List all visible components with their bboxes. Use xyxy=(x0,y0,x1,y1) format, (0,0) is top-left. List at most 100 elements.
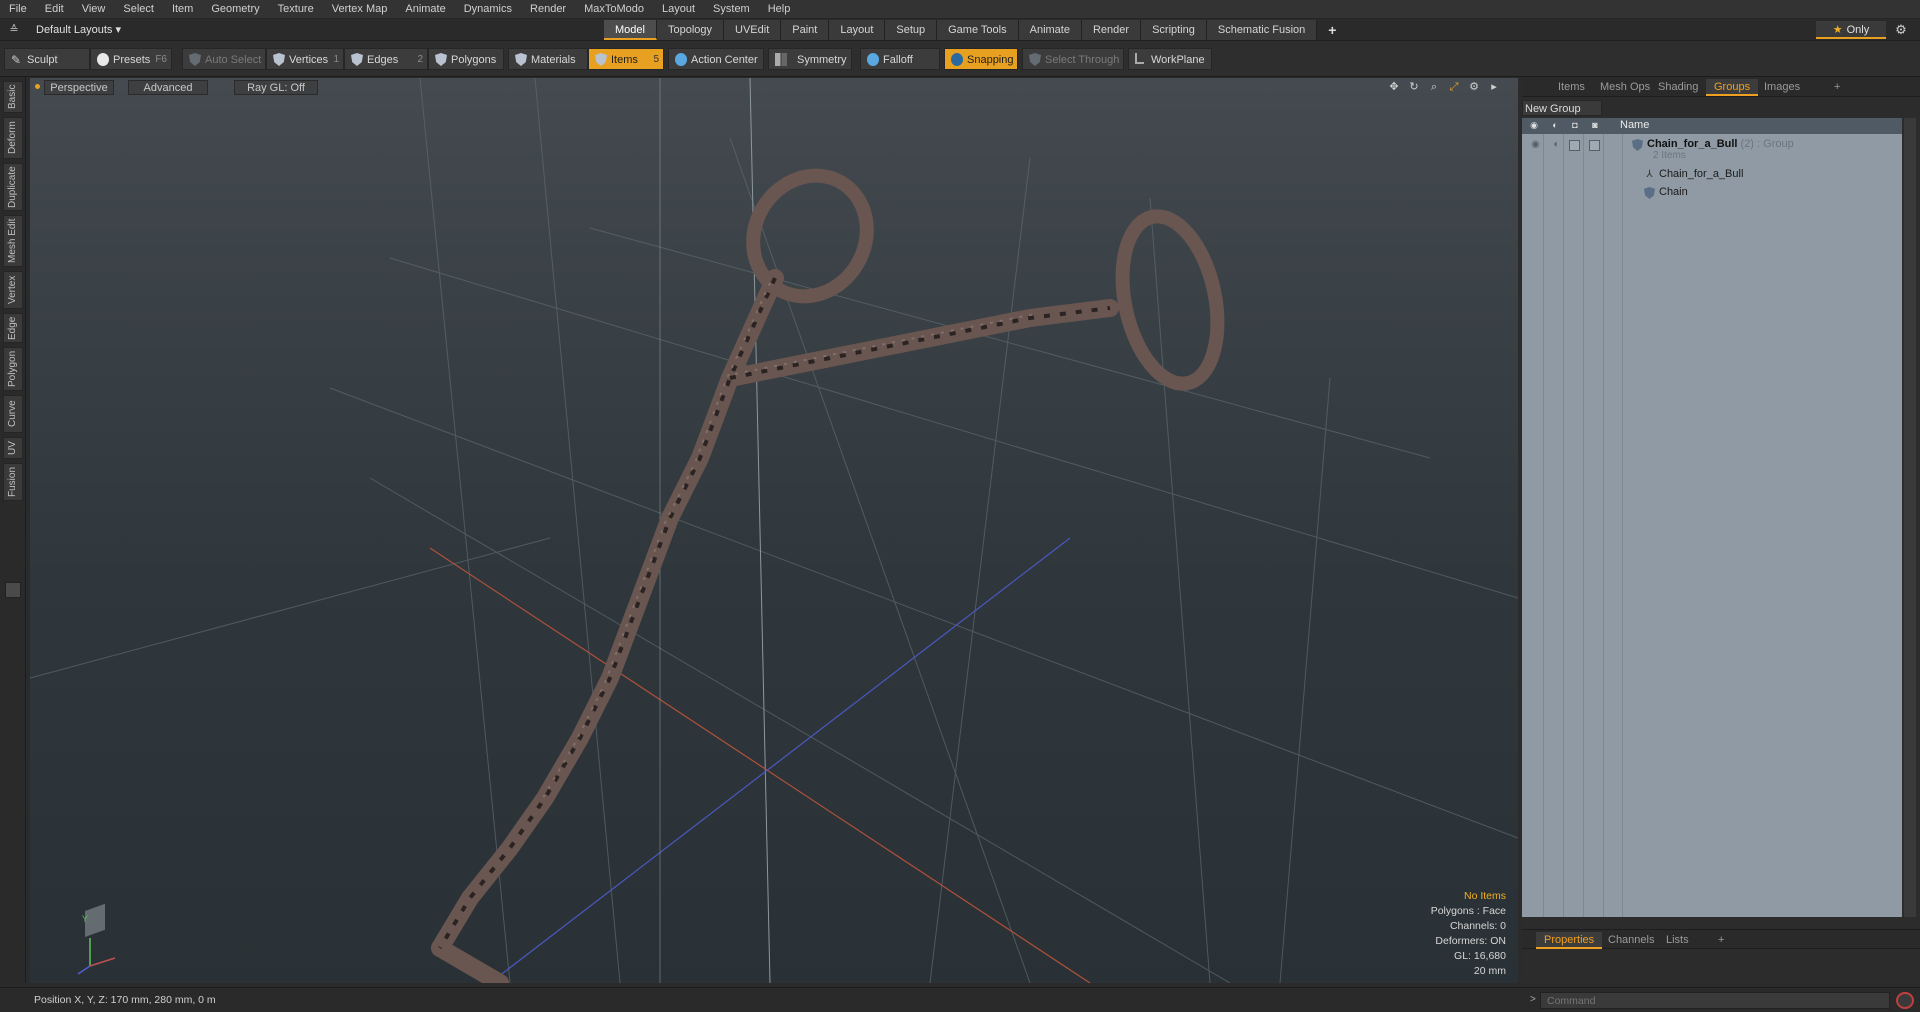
right-panel: Items Mesh Ops Shading Groups Images + New Gr… xyxy=(1522,77,1920,983)
panel-tab-items[interactable]: Items xyxy=(1550,79,1593,96)
tab-model[interactable]: Model xyxy=(604,20,657,40)
add-props-tab-button[interactable]: + xyxy=(1710,932,1732,949)
menu-item[interactable]: Item xyxy=(163,0,202,19)
tab-schematic-fusion[interactable]: Schematic Fusion xyxy=(1206,20,1318,40)
panel-tab-mesh-ops[interactable]: Mesh Ops xyxy=(1592,79,1658,96)
side-tab-fusion[interactable]: Fusion xyxy=(3,463,23,501)
workplane-button[interactable]: WorkPlane xyxy=(1128,48,1212,70)
presets-button[interactable]: Presets F6 xyxy=(90,48,172,70)
menu-maxtomodo[interactable]: MaxToModo xyxy=(575,0,653,19)
menu-select[interactable]: Select xyxy=(114,0,163,19)
items-button[interactable]: Items 5 xyxy=(588,48,664,70)
menu-file[interactable]: File xyxy=(0,0,36,19)
add-tab-button[interactable]: + xyxy=(1317,20,1339,40)
menu-help[interactable]: Help xyxy=(759,0,800,19)
groups-scrollbar[interactable] xyxy=(1904,118,1916,917)
right-panel-tabs: Items Mesh Ops Shading Groups Images + xyxy=(1522,77,1920,97)
group-child-row[interactable]: Chain xyxy=(1522,184,1902,202)
menu-view[interactable]: View xyxy=(73,0,115,19)
groups-list: ◉ ◐ Chain_for_a_Bull (2) : Group 2 Items… xyxy=(1522,134,1902,917)
edges-icon xyxy=(351,53,363,66)
menu-geometry[interactable]: Geometry xyxy=(202,0,268,19)
view-settings-gear-icon[interactable]: ⚙ xyxy=(1466,80,1482,95)
tab-render[interactable]: Render xyxy=(1081,20,1142,40)
new-group-button[interactable]: New Group xyxy=(1522,100,1602,116)
maximize-view-icon[interactable]: ⤢ xyxy=(1446,80,1462,95)
layout-selector[interactable]: Default Layouts ▾ xyxy=(30,21,127,39)
tab-layout[interactable]: Layout xyxy=(829,20,886,40)
props-tab-lists[interactable]: Lists xyxy=(1658,932,1697,949)
side-tab-polygon[interactable]: Polygon xyxy=(3,347,23,391)
command-input[interactable] xyxy=(1540,992,1890,1009)
side-tab-duplicate[interactable]: Duplicate xyxy=(3,163,23,211)
action-center-button[interactable]: Action Center xyxy=(668,48,764,70)
only-button[interactable]: ★ Only xyxy=(1816,21,1886,39)
props-tab-channels[interactable]: Channels xyxy=(1600,932,1662,949)
side-tab-mesh-edit[interactable]: Mesh Edit xyxy=(3,215,23,267)
props-tab-properties[interactable]: Properties xyxy=(1536,932,1603,949)
panel-toggle-button[interactable] xyxy=(5,582,21,598)
viewport-menu-dot[interactable] xyxy=(35,84,40,89)
visibility-column-icon[interactable]: ◉ xyxy=(1527,120,1541,132)
tab-animate[interactable]: Animate xyxy=(1018,20,1082,40)
side-tab-curve[interactable]: Curve xyxy=(3,395,23,433)
auto-select-button[interactable]: Auto Select xyxy=(182,48,266,70)
vertices-button[interactable]: Vertices 1 xyxy=(266,48,344,70)
view-type-dropdown[interactable]: Perspective xyxy=(44,80,114,95)
rotate-view-icon[interactable]: ↻ xyxy=(1406,80,1422,95)
star-icon: ★ xyxy=(1832,24,1843,36)
visibility-eye-icon[interactable]: ◉ xyxy=(1530,139,1541,150)
tab-topology[interactable]: Topology xyxy=(656,20,725,40)
panel-tab-groups[interactable]: Groups xyxy=(1706,79,1759,96)
side-tab-uv[interactable]: UV xyxy=(3,437,23,459)
child-name: Chain_for_a_Bull xyxy=(1659,168,1744,180)
side-tab-basic[interactable]: Basic xyxy=(3,81,23,113)
tab-setup[interactable]: Setup xyxy=(885,20,938,40)
add-panel-tab-button[interactable]: + xyxy=(1826,79,1848,96)
axis-y-label: Y xyxy=(82,914,89,924)
menu-vertex-map[interactable]: Vertex Map xyxy=(323,0,397,19)
select-column-icon[interactable]: ◙ xyxy=(1588,120,1602,132)
menu-edit[interactable]: Edit xyxy=(36,0,73,19)
move-view-icon[interactable]: ✥ xyxy=(1386,80,1402,95)
panel-tab-images[interactable]: Images xyxy=(1756,79,1808,96)
tab-paint[interactable]: Paint xyxy=(781,20,830,40)
menu-system[interactable]: System xyxy=(704,0,759,19)
shading-dropdown[interactable]: Advanced xyxy=(128,80,208,95)
group-name: Chain_for_a_Bull xyxy=(1647,138,1738,150)
group-child-row[interactable]: ⅄ Chain_for_a_Bull xyxy=(1522,166,1902,184)
gear-icon[interactable]: ⚙ xyxy=(1892,21,1910,39)
raygl-dropdown[interactable]: Ray GL: Off xyxy=(234,80,318,95)
tab-game-tools[interactable]: Game Tools xyxy=(937,20,1019,40)
symmetry-button[interactable]: Symmetry xyxy=(768,48,852,70)
menu-texture[interactable]: Texture xyxy=(269,0,323,19)
panel-tab-shading[interactable]: Shading xyxy=(1650,79,1706,96)
falloff-button[interactable]: Falloff xyxy=(860,48,940,70)
sculpt-button[interactable]: ✎ Sculpt xyxy=(4,48,90,70)
command-history-icon[interactable] xyxy=(1896,992,1914,1009)
menu-animate[interactable]: Animate xyxy=(396,0,454,19)
select-through-button[interactable]: Select Through xyxy=(1022,48,1124,70)
3d-viewport[interactable]: Perspective Advanced Ray GL: Off ✥ ↻ ⌕ ⤢… xyxy=(30,78,1518,983)
tab-scripting[interactable]: Scripting xyxy=(1141,20,1207,40)
materials-button[interactable]: Materials xyxy=(508,48,588,70)
render-toggle-icon[interactable]: ◐ xyxy=(1551,139,1562,150)
view-menu-arrow-icon[interactable]: ▸ xyxy=(1486,80,1502,95)
layout-collapse-icon[interactable]: ≙ xyxy=(6,22,22,38)
side-tab-edge[interactable]: Edge xyxy=(3,313,23,343)
menu-dynamics[interactable]: Dynamics xyxy=(455,0,521,19)
menu-layout[interactable]: Layout xyxy=(653,0,704,19)
zoom-view-icon[interactable]: ⌕ xyxy=(1426,80,1442,95)
render-column-icon[interactable]: ◐ xyxy=(1548,120,1562,132)
action-center-icon xyxy=(675,53,687,66)
edges-button[interactable]: Edges 2 xyxy=(344,48,428,70)
side-tab-vertex[interactable]: Vertex xyxy=(3,271,23,309)
menu-render[interactable]: Render xyxy=(521,0,575,19)
name-column-header[interactable]: Name xyxy=(1620,119,1649,131)
lock-column-icon[interactable]: ◘ xyxy=(1568,120,1582,132)
info-channels: Channels: 0 xyxy=(1449,920,1506,932)
side-tab-deform[interactable]: Deform xyxy=(3,117,23,159)
tab-uvedit[interactable]: UVEdit xyxy=(724,20,782,40)
polygons-button[interactable]: Polygons xyxy=(428,48,504,70)
snapping-button[interactable]: Snapping xyxy=(944,48,1018,70)
